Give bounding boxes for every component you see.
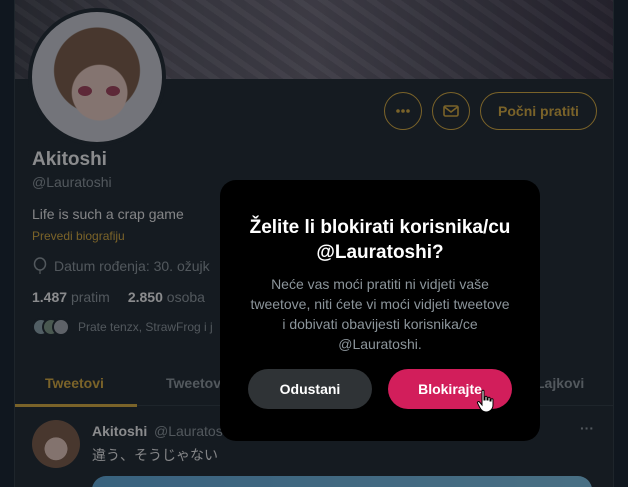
block-dialog-title: Želite li blokirati korisnika/cu @Laurat…	[249, 217, 511, 263]
block-dialog-body: Neće vas moći pratiti ni vidjeti vaše tw…	[250, 276, 510, 352]
cancel-button[interactable]: Odustani	[248, 369, 372, 409]
hand-pointer-icon	[476, 389, 494, 413]
